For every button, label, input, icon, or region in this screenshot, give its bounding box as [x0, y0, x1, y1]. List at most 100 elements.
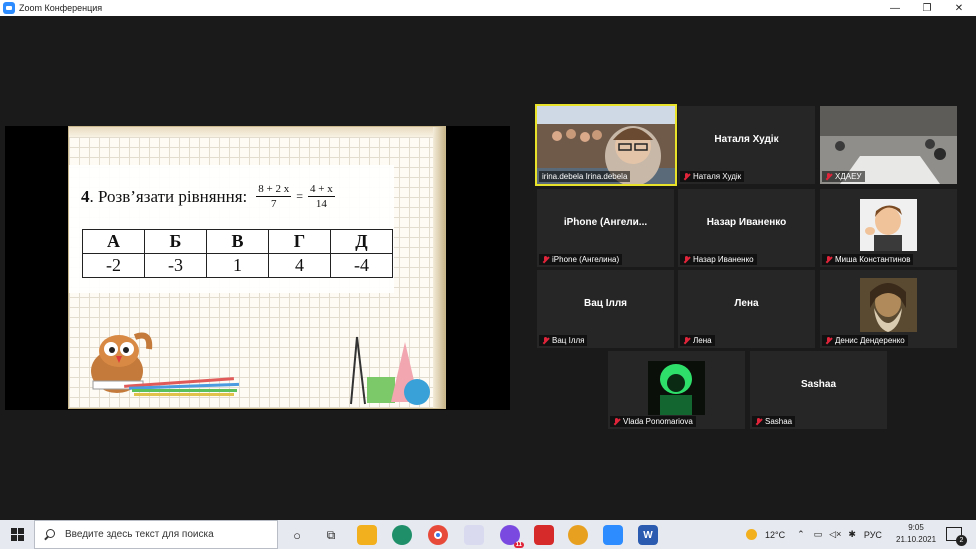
clock-date: 21.10.2021 [896, 535, 937, 544]
task-statement: 4 . Розв’язати рівняння: 8 + 2 x 7 = 4 +… [81, 183, 338, 210]
participant-display-name: Лена [734, 298, 759, 309]
answer-header: Г [268, 229, 331, 254]
viber-unread-badge: 11 [513, 542, 524, 548]
answer-header: Д [330, 229, 393, 254]
keyboard-language[interactable]: РУС [864, 530, 882, 540]
search-icon [43, 528, 55, 541]
weather-temperature[interactable]: 12°C [765, 530, 785, 540]
answer-header: Б [144, 229, 207, 254]
taskbar-search-box[interactable]: Введите здесь текст для поиска [34, 520, 278, 549]
answer-value-row: -2 -3 1 4 -4 [82, 253, 393, 278]
task-text: . Розв’язати рівняння: [89, 186, 248, 206]
participant-display-name: iPhone (Ангели... [563, 217, 648, 228]
network-icon[interactable]: ▭ [814, 529, 823, 540]
zoom-tray-icon[interactable]: ✱ [848, 529, 856, 540]
minimize-button[interactable]: — [878, 0, 912, 16]
notification-count: 2 [956, 535, 967, 546]
answer-header: А [82, 229, 145, 254]
fraction-right-numerator: 4 + x [308, 183, 335, 197]
task-number: 4 [81, 186, 90, 206]
window-titlebar: Zoom Конференция — ❐ ✕ [0, 0, 976, 16]
participant-avatar [648, 361, 705, 415]
mic-muted-icon [542, 255, 549, 264]
participant-name-label: Миша Константинов [822, 254, 914, 265]
mic-muted-icon [683, 255, 690, 264]
start-button[interactable] [0, 520, 34, 549]
participant-display-name: Наталя Худік [714, 134, 779, 145]
mic-muted-icon [542, 336, 549, 345]
video-tile[interactable]: irina.debela Irina.debela [535, 104, 677, 186]
participant-name-label: ХДАЕУ [822, 171, 865, 182]
answer-table: А Б В Г Д -2 -3 1 4 -4 [82, 229, 393, 278]
volume-icon[interactable]: ◁× [829, 529, 841, 540]
video-tile[interactable]: Лена Лена [678, 270, 815, 348]
mic-muted-icon [825, 336, 832, 345]
video-tile[interactable]: Вац Ілля Вац Ілля [537, 270, 674, 348]
video-tile[interactable]: Денис Дендеренко [820, 270, 957, 348]
answer-value: 1 [206, 253, 269, 278]
video-tile[interactable]: iPhone (Ангели... iPhone (Ангелина) [537, 189, 674, 267]
close-button[interactable]: ✕ [942, 0, 976, 16]
answer-value: -4 [330, 253, 393, 278]
file-explorer-icon[interactable] [357, 525, 377, 545]
restore-button[interactable]: ❐ [910, 0, 944, 16]
yandex-browser-icon[interactable] [568, 525, 588, 545]
taskbar-clock[interactable]: 9:05 21.10.2021 [896, 522, 936, 546]
video-tile[interactable]: Sashaa Sashaa [750, 351, 887, 429]
answer-header-row: А Б В Г Д [82, 229, 393, 254]
paint-app-icon[interactable] [464, 525, 484, 545]
participant-name-label: irina.debela Irina.debela [539, 171, 631, 182]
search-placeholder: Введите здесь текст для поиска [65, 529, 214, 540]
zoom-logo-icon [3, 2, 15, 14]
edge-browser-icon[interactable] [392, 525, 412, 545]
fraction-left: 8 + 2 x 7 [256, 183, 292, 210]
mic-muted-icon [755, 417, 762, 426]
chrome-browser-icon[interactable] [428, 525, 448, 545]
clock-time: 9:05 [908, 523, 924, 532]
mic-muted-icon [825, 172, 832, 181]
mic-muted-icon [683, 172, 690, 181]
video-tile[interactable]: Миша Константинов [820, 189, 957, 267]
weather-sun-icon [746, 529, 757, 540]
cortana-icon[interactable]: ○ [287, 525, 307, 545]
windows-logo-icon [10, 528, 24, 541]
viber-app-icon[interactable]: 11 [500, 525, 524, 548]
answer-value: 4 [268, 253, 331, 278]
participant-name-label: Вац Ілля [539, 335, 588, 346]
video-tile[interactable]: Наталя Худік Наталя Худік [678, 106, 815, 184]
answer-value: -2 [82, 253, 145, 278]
notification-center-icon[interactable]: 2 [946, 527, 967, 546]
word-app-icon[interactable]: W [638, 525, 658, 545]
participant-avatar [860, 278, 917, 332]
zoom-taskbar-icon[interactable] [603, 525, 623, 545]
participant-avatar [860, 199, 917, 251]
participant-display-name: Sashaa [800, 379, 837, 390]
video-tile[interactable]: ХДАЕУ [820, 106, 957, 184]
geometry-shapes-illustration [350, 336, 430, 405]
mic-muted-icon [683, 336, 690, 345]
video-tile[interactable]: Vlada Ponomariova [608, 351, 745, 429]
fraction-left-numerator: 8 + 2 x [256, 183, 292, 197]
participant-name-label: Денис Дендеренко [822, 335, 908, 346]
window-title: Zoom Конференция [19, 3, 103, 13]
fraction-left-denominator: 7 [271, 198, 277, 210]
system-tray: 12°C ⌃ ▭ ◁× ✱ РУС [746, 520, 882, 549]
participant-name-label: Назар Иваненко [680, 254, 757, 265]
task-view-icon[interactable]: ⧉ [321, 525, 341, 545]
equals-sign: = [296, 189, 304, 203]
slide-frame-top [69, 127, 445, 137]
participant-name-label: iPhone (Ангелина) [539, 254, 623, 265]
participant-name-label: Vlada Ponomariova [610, 416, 696, 427]
pencils-illustration [124, 377, 240, 396]
shared-slide: 4 . Розв’язати рівняння: 8 + 2 x 7 = 4 +… [68, 126, 446, 409]
mic-muted-icon [613, 417, 620, 426]
video-tile[interactable]: Назар Иваненко Назар Иваненко [678, 189, 815, 267]
participant-display-name: Назар Иваненко [706, 217, 787, 228]
mail-app-icon[interactable] [534, 525, 554, 545]
mic-muted-icon [825, 255, 832, 264]
participant-name-label: Лена [680, 335, 715, 346]
fraction-right-denominator: 14 [315, 198, 327, 210]
fraction-right: 4 + x 14 [308, 183, 335, 210]
tray-expand-icon[interactable]: ⌃ [797, 529, 805, 540]
participant-display-name: Вац Ілля [583, 298, 628, 309]
